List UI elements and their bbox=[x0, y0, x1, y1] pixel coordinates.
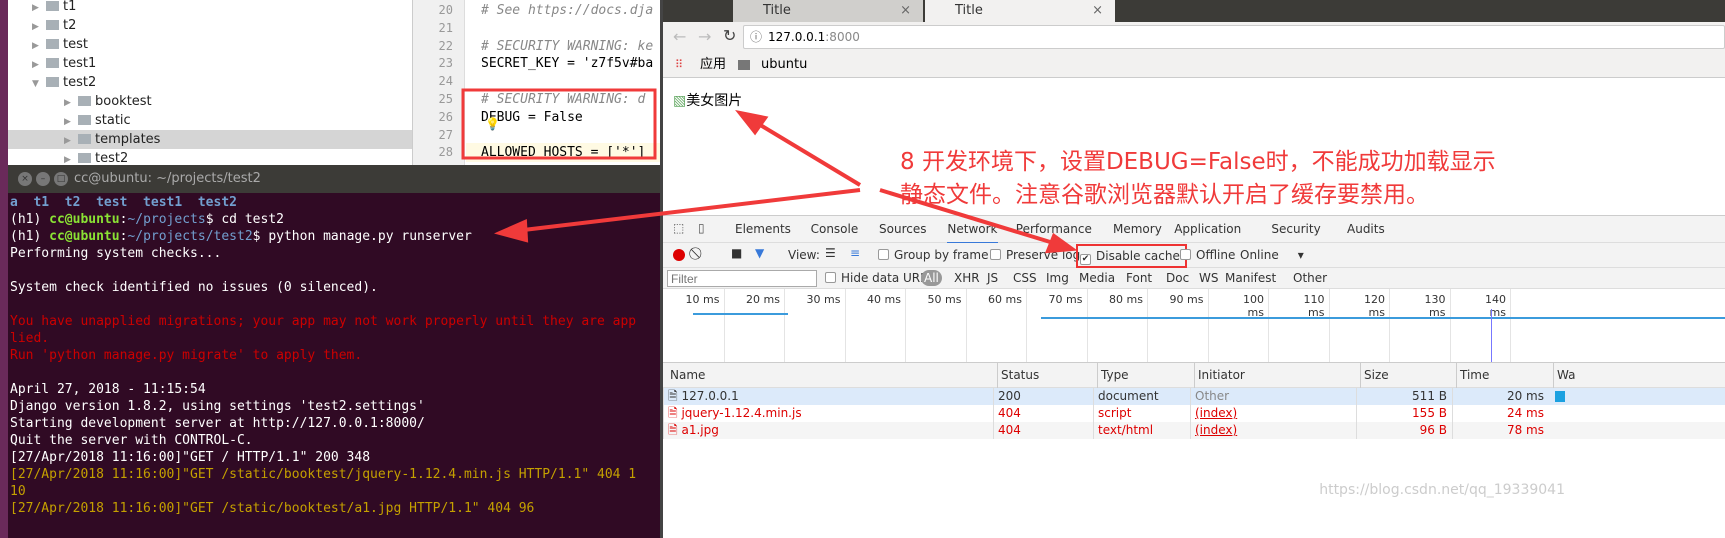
arrow-to-image bbox=[750, 118, 862, 187]
annotation-line-2: 静态文件。注意谷歌浏览器默认开启了缓存要禁用。 bbox=[900, 182, 1429, 208]
watermark: https://blog.csdn.net/qq_19339041 bbox=[1319, 482, 1565, 498]
annotation-arrows bbox=[461, 88, 1078, 254]
highlight-box bbox=[461, 88, 657, 160]
arrow-to-runserver bbox=[514, 188, 861, 233]
annotation-line-1: 8 开发环境下，设置DEBUG=False时，不能成功加载显示 bbox=[900, 149, 1496, 175]
